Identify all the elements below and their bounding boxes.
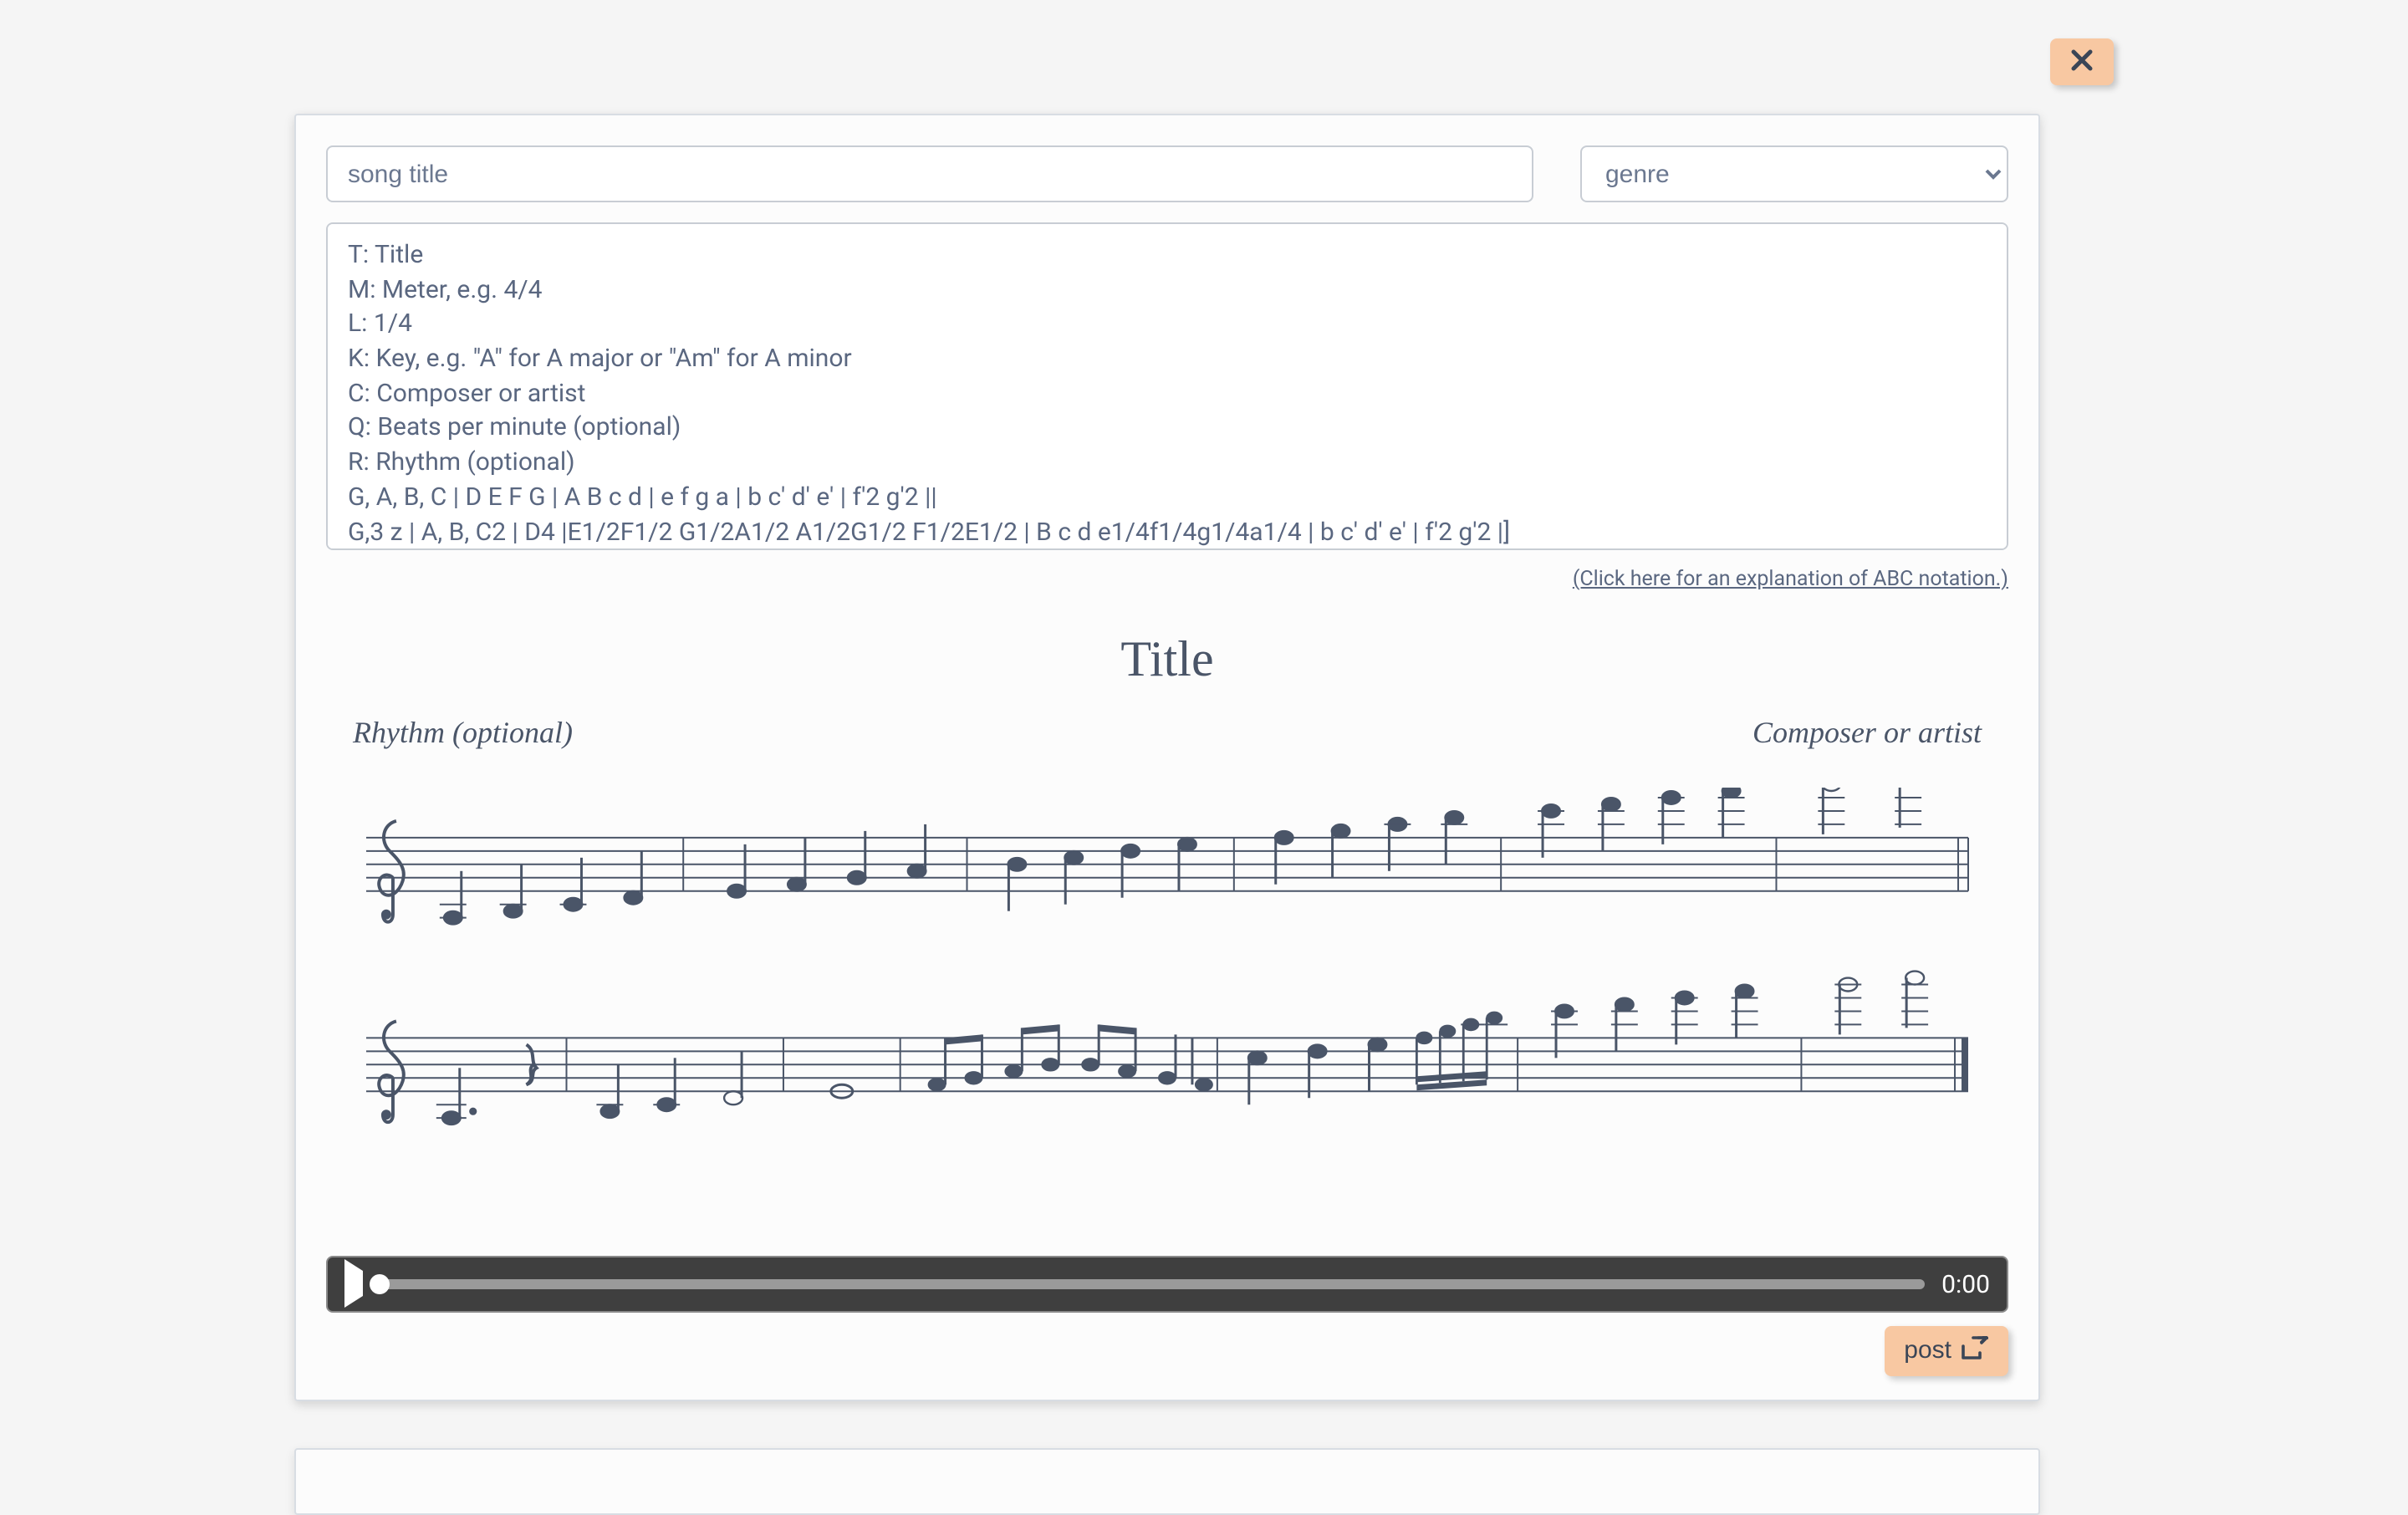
- play-button[interactable]: [344, 1271, 363, 1296]
- close-icon: [2070, 44, 2094, 79]
- score-staves: [349, 788, 1985, 1188]
- play-icon: [344, 1259, 363, 1308]
- abc-notation-textarea[interactable]: [326, 222, 2008, 550]
- score-composer-label: Composer or artist: [1752, 716, 1982, 751]
- score-subheader: Rhythm (optional) Composer or artist: [349, 716, 1985, 751]
- audio-player: 0:00: [326, 1255, 2008, 1312]
- song-title-input[interactable]: [326, 145, 1533, 202]
- next-card-peek: [294, 1448, 2040, 1515]
- share-icon: [1962, 1335, 1988, 1365]
- post-button[interactable]: post: [1884, 1325, 2008, 1375]
- post-button-label: post: [1904, 1336, 1951, 1365]
- player-seek-track[interactable]: [380, 1278, 1925, 1288]
- header-row: genre: [326, 145, 2008, 202]
- abc-help-link[interactable]: (Click here for an explanation of ABC no…: [326, 567, 2008, 592]
- compose-card: genre (Click here for an explanation of …: [294, 114, 2040, 1400]
- player-seek-thumb[interactable]: [370, 1273, 390, 1293]
- score-preview: Title Rhythm (optional) Composer or arti…: [326, 632, 2008, 1195]
- close-button[interactable]: [2050, 38, 2114, 85]
- player-time: 0:00: [1941, 1268, 1990, 1298]
- genre-select[interactable]: genre: [1580, 145, 2008, 202]
- score-title: Title: [349, 632, 1985, 689]
- score-rhythm-label: Rhythm (optional): [353, 716, 573, 751]
